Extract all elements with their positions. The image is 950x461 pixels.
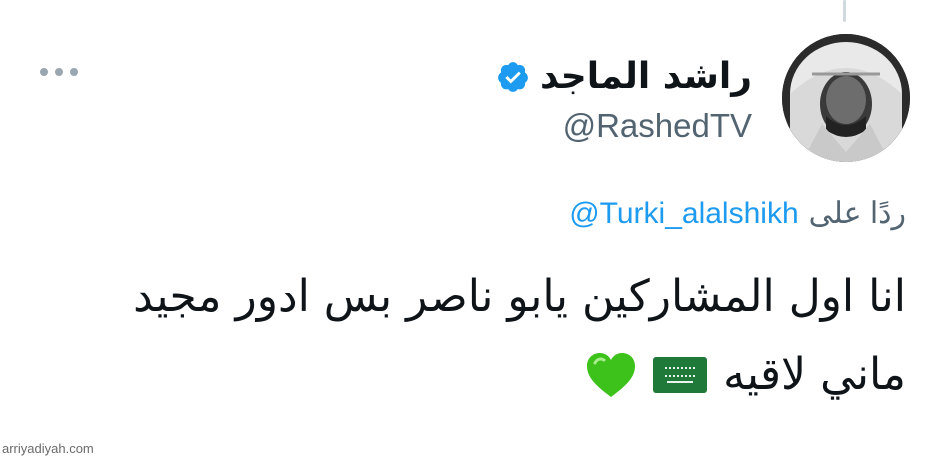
tweet-text-line-with-emojis: ماني لاقيه <box>46 336 906 414</box>
more-dot-icon <box>55 68 63 76</box>
green-heart-icon <box>587 353 636 397</box>
saudi-flag-icon <box>653 357 708 393</box>
tweet-text-line: ماني لاقيه <box>723 349 906 400</box>
tweet-text-line: انا اول المشاركين يابو ناصر بس ادور مجيد <box>133 271 906 322</box>
watermark: arriyadiyah.com <box>2 441 94 456</box>
reply-prefix: ردًا على <box>808 197 906 230</box>
avatar[interactable] <box>782 34 910 162</box>
profile-photo-icon <box>782 34 910 162</box>
verified-badge-icon <box>498 61 528 92</box>
author-name-row[interactable]: راشد الماجد <box>496 56 752 97</box>
tweet-text: انا اول المشاركين يابو ناصر بس ادور مجيد… <box>46 258 906 414</box>
thread-connector-line <box>843 0 846 22</box>
reply-to-link[interactable]: @Turki_alalshikh <box>569 197 798 231</box>
reply-context: ردًا على @Turki_alalshikh <box>569 196 906 231</box>
author-display-name[interactable]: راشد الماجد <box>540 56 752 97</box>
more-dot-icon <box>70 68 78 76</box>
author-handle[interactable]: @RashedTV <box>563 107 752 145</box>
more-dot-icon <box>40 68 48 76</box>
more-options-button[interactable] <box>40 68 78 76</box>
